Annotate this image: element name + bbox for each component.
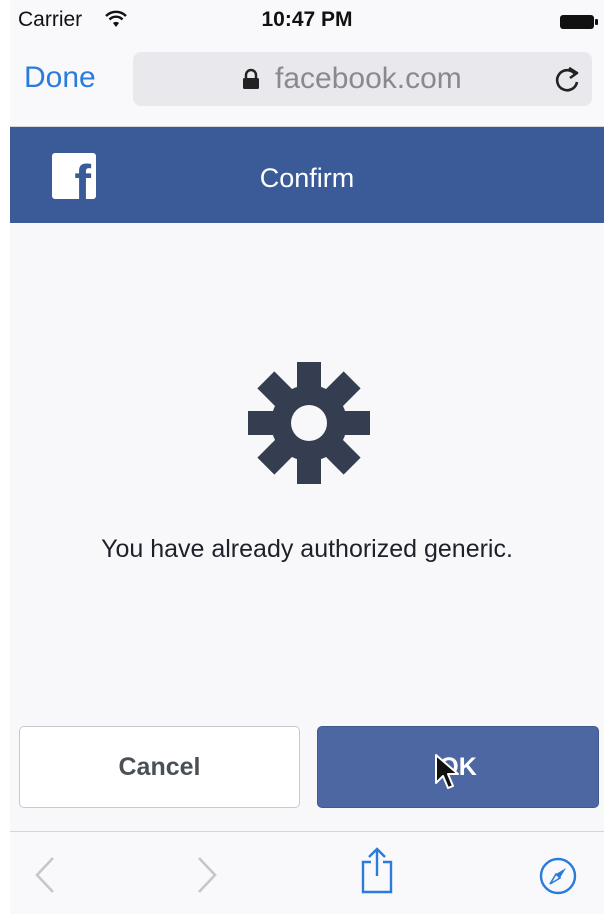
browser-bar: Done facebook.com bbox=[10, 40, 604, 127]
ok-button-label: OK bbox=[439, 752, 477, 781]
confirmation-message: You have already authorized generic. bbox=[101, 535, 513, 563]
facebook-header: f Confirm bbox=[10, 127, 604, 223]
gear-icon bbox=[246, 360, 372, 491]
chevron-right-icon[interactable] bbox=[196, 856, 218, 899]
battery-icon bbox=[560, 14, 598, 35]
chevron-left-icon[interactable] bbox=[34, 856, 56, 899]
done-button[interactable]: Done bbox=[24, 61, 96, 95]
cancel-button-label: Cancel bbox=[118, 752, 201, 781]
share-icon[interactable] bbox=[359, 846, 395, 899]
facebook-confirm-screen: Carrier 10:47 PM Done facebook.com f Con… bbox=[10, 0, 604, 914]
confirm-dialog: You have already authorized generic. Can… bbox=[10, 223, 604, 830]
reload-icon[interactable] bbox=[553, 64, 581, 99]
url-text: facebook.com bbox=[275, 62, 462, 95]
lock-icon bbox=[242, 68, 260, 95]
status-bar: Carrier 10:47 PM bbox=[10, 0, 604, 40]
cancel-button[interactable]: Cancel bbox=[19, 726, 300, 808]
address-field[interactable]: facebook.com bbox=[133, 52, 592, 106]
ok-button[interactable]: OK bbox=[317, 726, 599, 808]
compass-icon[interactable] bbox=[538, 856, 578, 901]
status-time: 10:47 PM bbox=[261, 8, 353, 31]
browser-toolbar bbox=[10, 831, 604, 914]
page-title: Confirm bbox=[259, 163, 355, 193]
